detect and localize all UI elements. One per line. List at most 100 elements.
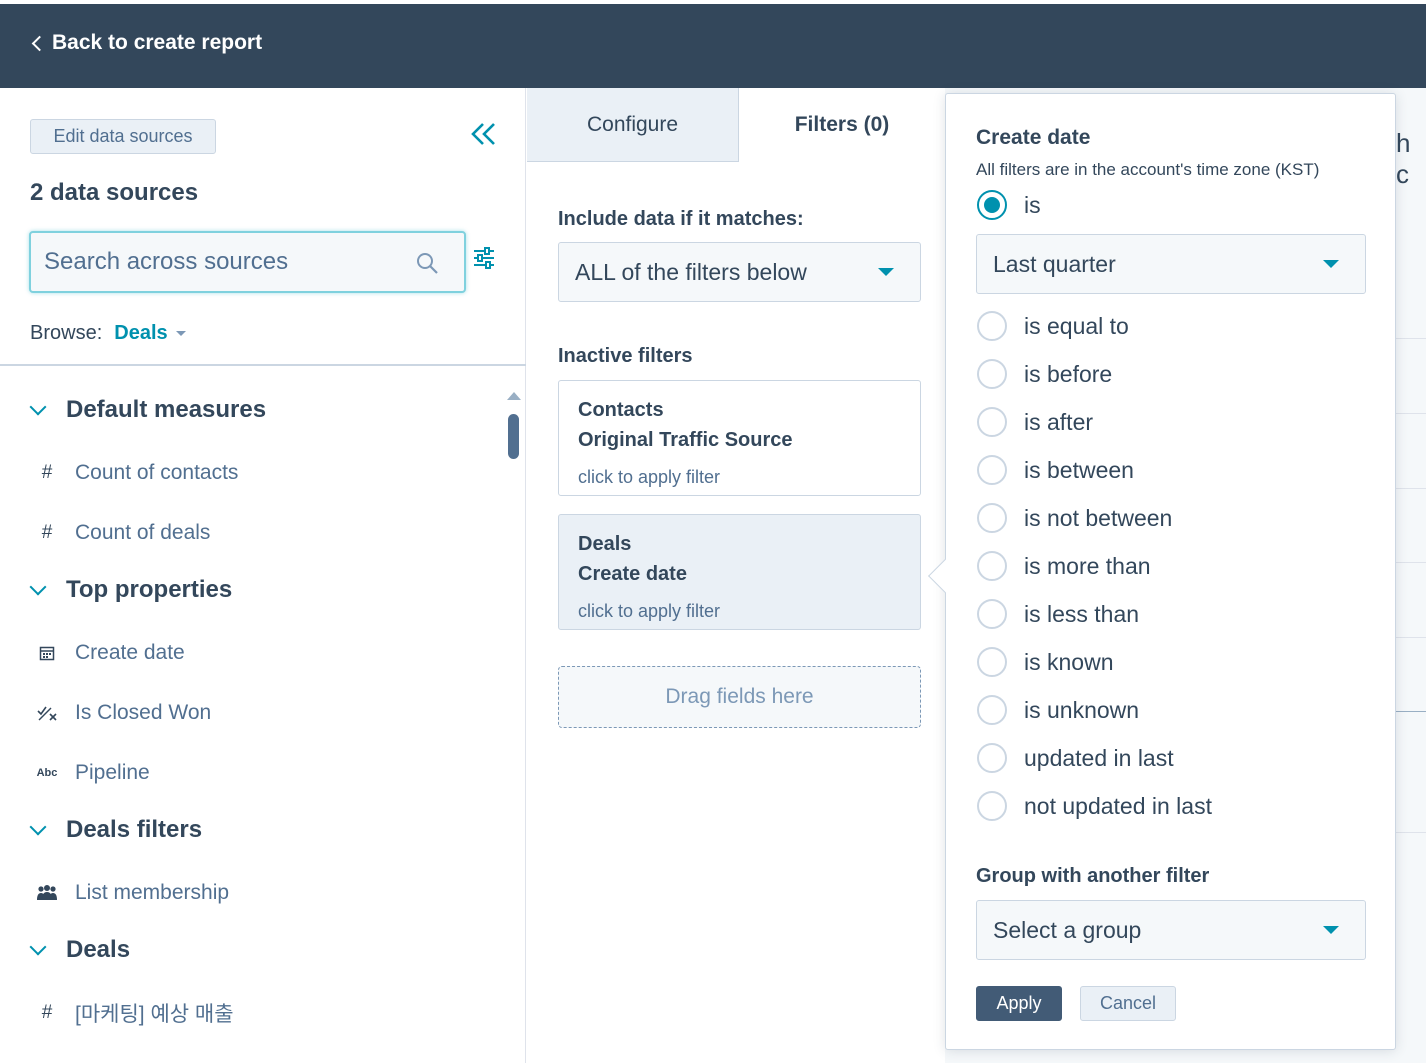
property-list-membership[interactable]: List membership	[36, 875, 229, 911]
group-deals[interactable]: Deals	[26, 930, 130, 970]
search-input[interactable]	[31, 248, 401, 276]
filters-panel: Configure Filters (0) Include data if it…	[527, 88, 945, 1063]
property-count-of-contacts[interactable]: # Count of contacts	[36, 455, 239, 491]
radio-icon[interactable]	[977, 359, 1007, 389]
filter-hint: click to apply filter	[578, 601, 721, 621]
data-sources-count-title: 2 data sources	[30, 179, 199, 206]
group-default-measures[interactable]: Default measures	[26, 390, 266, 430]
radio-icon[interactable]	[977, 455, 1007, 485]
drag-fields-drop-zone[interactable]: Drag fields here	[558, 666, 921, 728]
browse-dropdown[interactable]: Deals	[114, 322, 186, 345]
operator-label: is between	[1024, 456, 1134, 483]
filter-property: Original Traffic Source	[578, 429, 793, 451]
browse-selector: Browse: Deals	[30, 322, 186, 345]
cancel-button[interactable]: Cancel	[1080, 986, 1176, 1021]
caret-down-icon	[878, 268, 894, 276]
radio-checked-icon[interactable]	[977, 190, 1007, 220]
property-count-of-deals[interactable]: # Count of deals	[36, 515, 211, 551]
calendar-icon	[36, 645, 58, 661]
sidebar-scrollbar[interactable]	[506, 388, 521, 1063]
property-pipeline[interactable]: Abc Pipeline	[36, 755, 150, 791]
number-icon: #	[41, 1002, 53, 1023]
background-gridline	[1396, 832, 1426, 833]
operator-label: is less than	[1024, 600, 1140, 627]
radio-icon[interactable]	[977, 311, 1007, 341]
group-title: Deals	[66, 936, 131, 963]
radio-icon[interactable]	[977, 503, 1007, 533]
operator-option-is-before[interactable]: is before	[977, 357, 1112, 391]
property-label: Count of contacts	[75, 461, 239, 484]
radio-icon[interactable]	[977, 551, 1007, 581]
operator-option-is-not-between[interactable]: is not between	[977, 501, 1172, 535]
property-tree: Default measures # Count of contacts # C…	[0, 366, 500, 1063]
radio-icon[interactable]	[977, 407, 1007, 437]
scroll-up-arrow-icon[interactable]	[507, 392, 521, 400]
radio-icon[interactable]	[977, 791, 1007, 821]
operator-option-not-updated-in-last[interactable]: not updated in last	[977, 789, 1212, 823]
operator-label: is after	[1024, 408, 1094, 435]
property-label: List membership	[75, 881, 230, 904]
tab-configure[interactable]: Configure	[527, 88, 739, 162]
include-data-label: Include data if it matches:	[558, 208, 804, 230]
chevron-down-icon	[29, 398, 47, 416]
apply-button[interactable]: Apply	[976, 986, 1062, 1021]
operator-option-is-between[interactable]: is between	[977, 453, 1134, 487]
search-icon[interactable]	[415, 251, 439, 275]
radio-icon[interactable]	[977, 647, 1007, 677]
operator-option-is-more-than[interactable]: is more than	[977, 549, 1151, 583]
chevron-down-icon	[29, 578, 47, 596]
back-to-create-report-link[interactable]: Back to create report	[31, 31, 263, 55]
group-top-properties[interactable]: Top properties	[26, 570, 232, 610]
boolean-icon	[36, 705, 58, 721]
operator-label: is before	[1024, 360, 1113, 387]
radio-icon[interactable]	[977, 599, 1007, 629]
double-chevron-left-icon[interactable]	[470, 122, 498, 146]
browse-value: Deals	[114, 322, 168, 344]
operator-option-is-after[interactable]: is after	[977, 405, 1093, 439]
operator-label: is not between	[1024, 504, 1173, 531]
filter-card-original-traffic-source[interactable]: Contacts Original Traffic Source click t…	[558, 380, 921, 496]
number-icon: #	[41, 462, 53, 483]
popover-title: Create date	[976, 126, 1091, 149]
back-link-label: Back to create report	[52, 31, 263, 54]
group-select-value: Select a group	[993, 916, 1142, 943]
property-marketing-expected-revenue[interactable]: # [마케팅] 예상 매출	[36, 995, 234, 1031]
group-deals-filters[interactable]: Deals filters	[26, 810, 202, 850]
operator-option-is-less-than[interactable]: is less than	[977, 597, 1139, 631]
period-select[interactable]: Last quarter	[976, 234, 1366, 294]
radio-icon[interactable]	[977, 695, 1007, 725]
property-create-date[interactable]: Create date	[36, 635, 185, 671]
property-label: Count of deals	[75, 521, 211, 544]
operator-option-updated-in-last[interactable]: updated in last	[977, 741, 1174, 775]
operator-option-is-known[interactable]: is known	[977, 645, 1113, 679]
property-label: Is Closed Won	[75, 701, 212, 724]
background-gridline	[1396, 562, 1426, 563]
property-label: [마케팅] 예상 매출	[75, 1003, 234, 1026]
group-title: Deals filters	[66, 816, 203, 843]
caret-down-icon	[175, 331, 186, 336]
people-icon	[36, 885, 58, 901]
tab-filters[interactable]: Filters (0)	[739, 88, 945, 162]
text-type-icon: Abc	[36, 767, 58, 779]
operator-option-is-unknown[interactable]: is unknown	[977, 693, 1139, 727]
group-select[interactable]: Select a group	[976, 900, 1366, 960]
chevron-left-icon	[31, 35, 48, 52]
filter-card-create-date[interactable]: Deals Create date click to apply filter	[558, 514, 921, 630]
scroll-thumb[interactable]	[508, 414, 519, 459]
chevron-down-icon	[29, 938, 47, 956]
background-partial-text: h c	[1396, 128, 1411, 189]
create-date-filter-popover: Create date All filters are in the accou…	[928, 93, 1396, 1050]
filters-tab-content: Include data if it matches: ALL of the f…	[527, 162, 945, 1063]
radio-icon[interactable]	[977, 743, 1007, 773]
operator-option-is-equal-to[interactable]: is equal to	[977, 309, 1129, 343]
edit-data-sources-button[interactable]: Edit data sources	[30, 119, 216, 154]
property-is-closed-won[interactable]: Is Closed Won	[36, 695, 211, 731]
search-box	[29, 231, 466, 293]
caret-down-icon	[1323, 926, 1339, 934]
match-mode-select[interactable]: ALL of the filters below	[558, 242, 921, 302]
timezone-note: All filters are in the account's time zo…	[976, 160, 1320, 179]
browse-label: Browse:	[30, 322, 103, 344]
background-gridline	[1396, 711, 1426, 712]
operator-option-is[interactable]: is	[977, 188, 1041, 222]
filter-settings-icon[interactable]	[472, 246, 496, 270]
